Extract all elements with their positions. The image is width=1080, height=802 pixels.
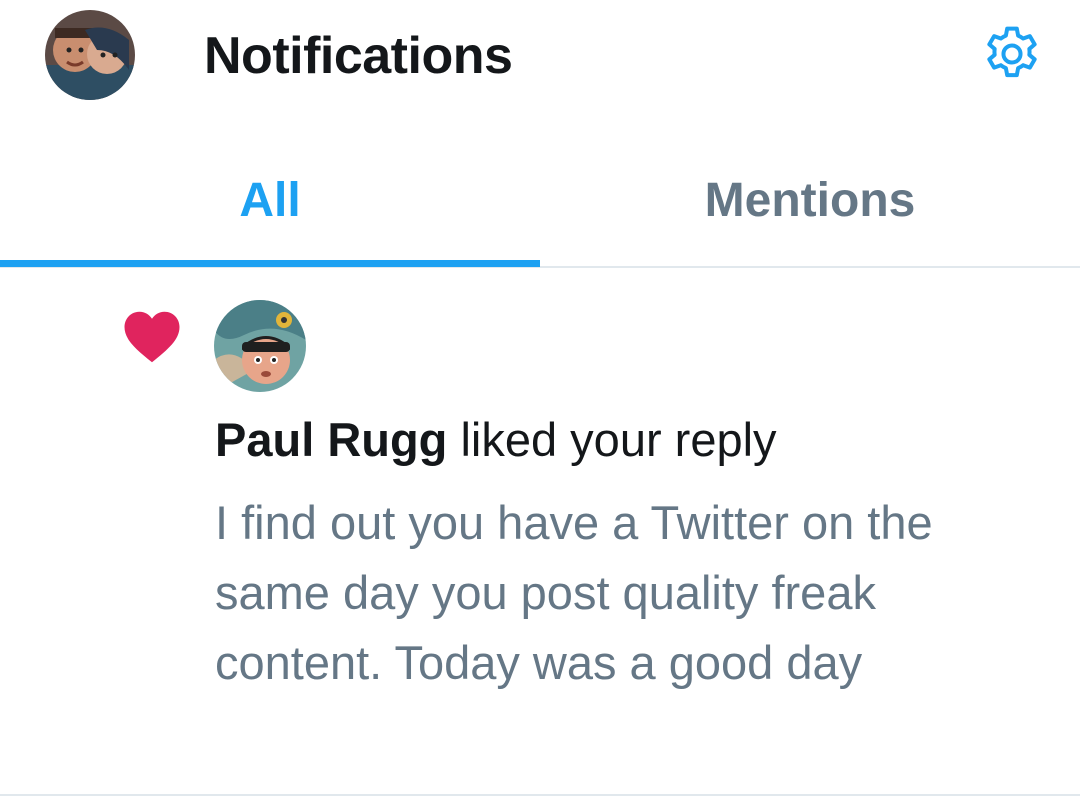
top-app-bar: Notifications xyxy=(0,0,1080,108)
profile-avatar[interactable] xyxy=(45,10,135,100)
settings-button[interactable] xyxy=(980,22,1044,86)
notification-tweet-text: I find out you have a Twitter on the sam… xyxy=(215,496,933,689)
profile-avatar-image xyxy=(45,10,135,100)
notification-username[interactable]: Paul Rugg xyxy=(215,413,447,466)
notification-action: liked your reply xyxy=(460,413,777,466)
tab-mentions[interactable]: Mentions xyxy=(540,140,1080,266)
notification-tabs: All Mentions xyxy=(0,140,1080,268)
active-tab-indicator xyxy=(0,260,540,267)
tab-all[interactable]: All xyxy=(0,140,540,266)
gear-icon xyxy=(987,26,1037,78)
notifications-screen: Notifications All Mentions Paul Rugg lik… xyxy=(0,0,1080,802)
user-avatar-image xyxy=(214,300,306,392)
user-avatar[interactable] xyxy=(214,300,306,392)
heart-icon xyxy=(124,311,180,363)
notification-item[interactable]: Paul Rugg liked your reply I find out yo… xyxy=(0,268,1080,796)
notification-headline: Paul Rugg liked your reply xyxy=(215,414,1035,466)
page-title: Notifications xyxy=(204,27,513,85)
